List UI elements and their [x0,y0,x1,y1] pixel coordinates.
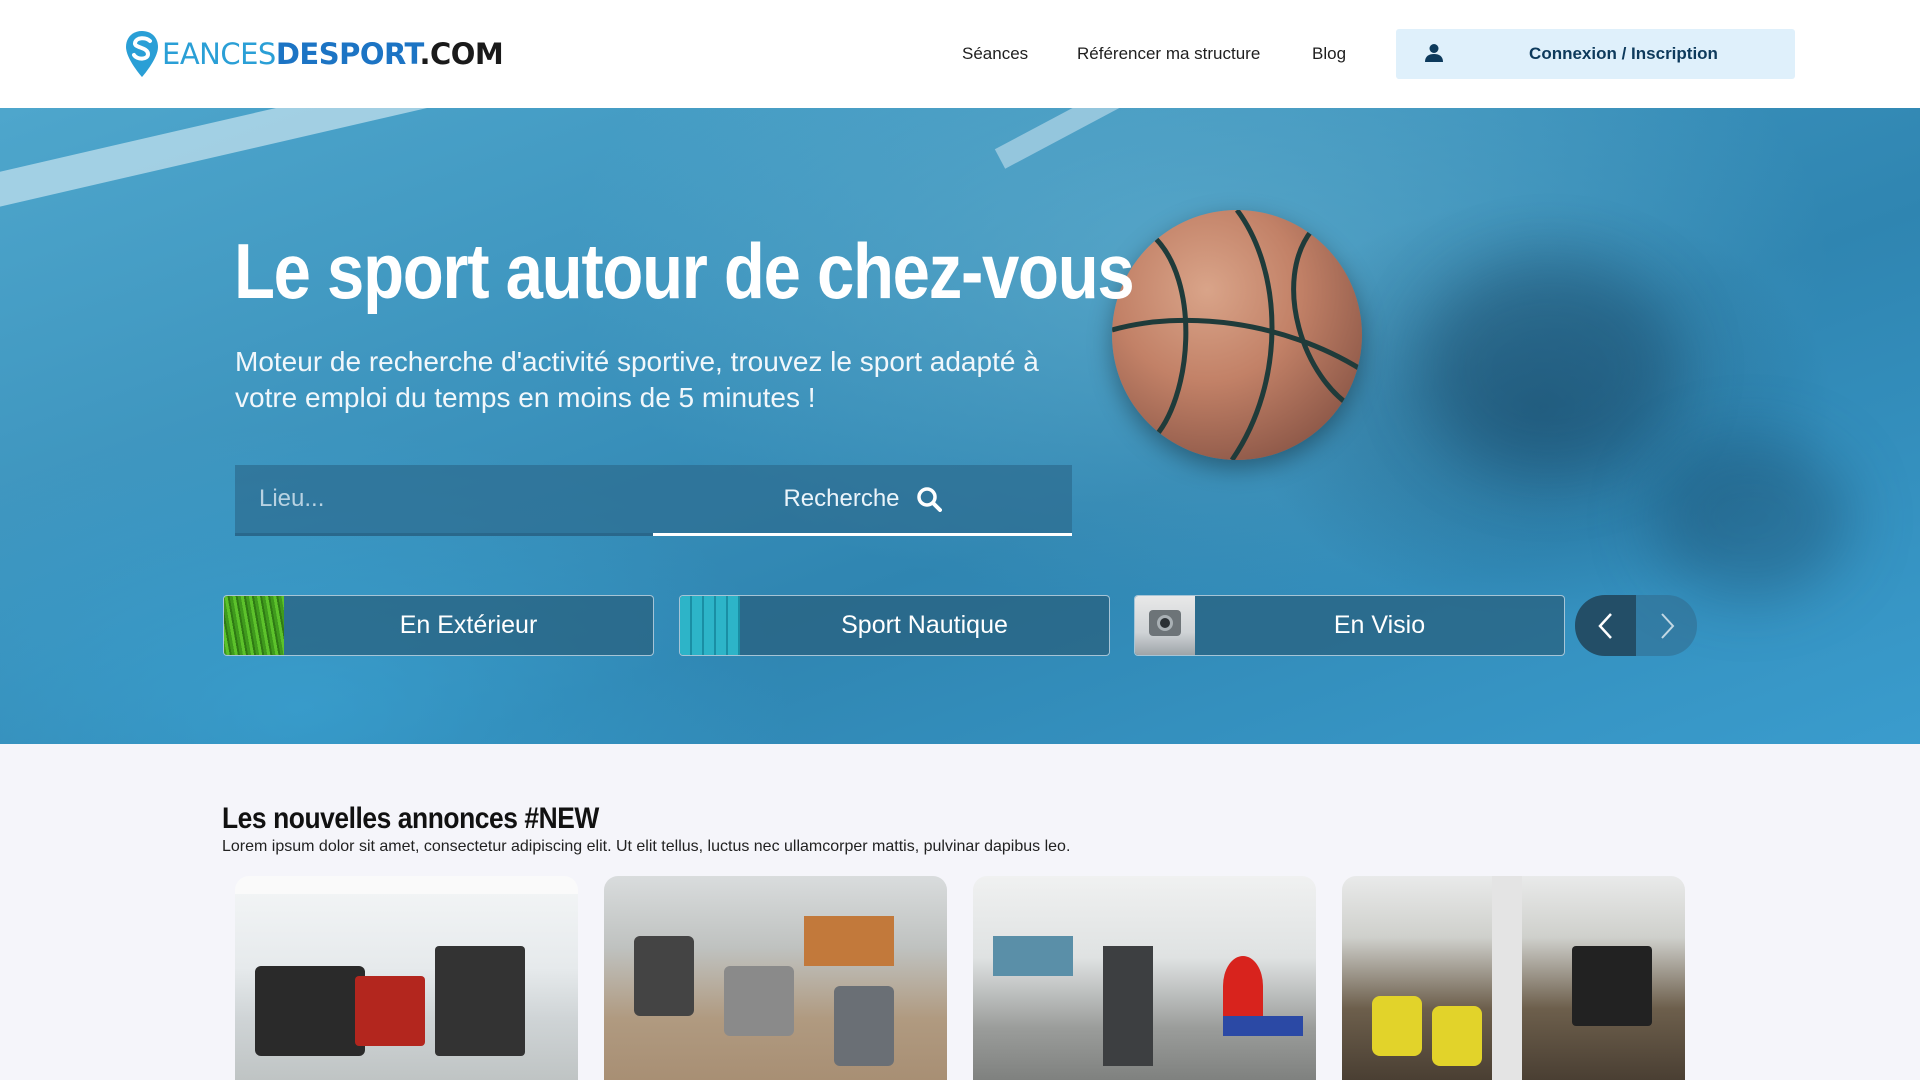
pool-thumbnail [680,596,740,655]
section-title: Les nouvelles annonces #NEW [222,802,599,835]
logo-text-part3: .COM [419,37,504,71]
search-icon [916,487,942,512]
listing-card[interactable] [604,876,947,1080]
category-card-nautique[interactable]: Sport Nautique [679,595,1110,656]
carousel-next-button[interactable] [1636,595,1697,656]
location-pin-icon [126,31,158,77]
listing-card[interactable] [1342,876,1685,1080]
nav-link-seances[interactable]: Séances [962,0,1028,108]
category-card-visio[interactable]: En Visio [1134,595,1565,656]
chevron-right-icon [1660,612,1674,639]
court-line-decoration [994,108,1324,169]
logo-text-part1: EANCES [162,37,276,71]
hero-subtitle: Moteur de recherche d'activité sportive,… [235,346,1039,413]
search-button[interactable]: Recherche [653,465,1072,536]
nav-link-referencer[interactable]: Référencer ma structure [1077,0,1260,108]
grass-thumbnail [224,596,284,655]
site-header: EANCESDESPORT.COM Séances Référencer ma … [0,0,1920,108]
logo-text-part2: DESPORT [275,37,420,71]
chevron-left-icon [1597,612,1612,639]
basketball-image [1112,210,1362,460]
logo-text: EANCESDESPORT.COM [162,37,504,71]
category-label: Sport Nautique [841,611,1008,639]
category-card-exterieur[interactable]: En Extérieur [223,595,654,656]
nav-link-blog[interactable]: Blog [1312,0,1346,108]
listing-card[interactable] [973,876,1316,1080]
carousel-prev-button[interactable] [1575,595,1636,656]
category-label: En Visio [1333,611,1426,639]
section-description: Lorem ipsum dolor sit amet, consectetur … [222,838,1071,855]
hero-banner: Le sport autour de chez-vous Moteur de r… [0,108,1920,744]
listing-card[interactable] [235,876,578,1080]
court-line-decoration [0,108,626,220]
search-bar: Recherche [235,465,1072,536]
location-input[interactable] [235,465,653,536]
webcam-thumbnail [1135,596,1195,655]
login-button-label: Connexion / Inscription [1529,44,1718,63]
carousel-controls [1575,595,1698,656]
texture-decoration [1650,438,1850,598]
user-icon [1425,44,1443,62]
texture-decoration [1420,258,1680,478]
login-button[interactable]: Connexion / Inscription [1396,29,1795,79]
hero-title: Le sport autour de chez-vous [234,227,1135,315]
category-label: En Extérieur [399,611,538,639]
site-logo[interactable]: EANCESDESPORT.COM [124,28,504,80]
search-button-label: Recherche [783,485,900,512]
